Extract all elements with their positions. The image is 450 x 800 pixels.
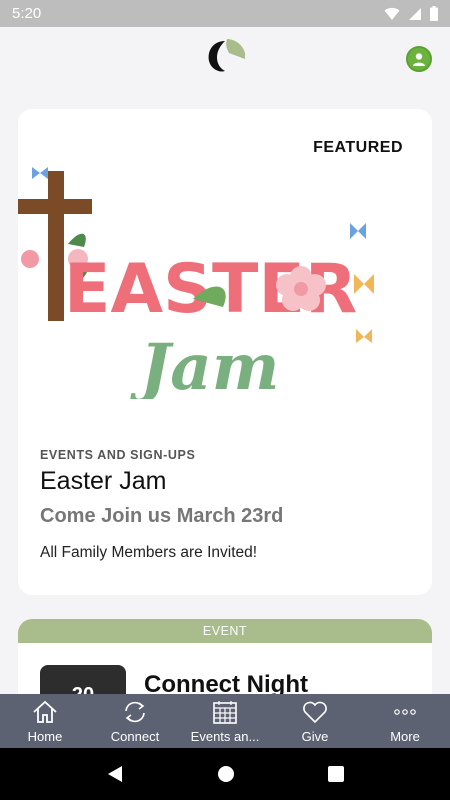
featured-title: Easter Jam	[40, 467, 167, 495]
tab-label: Events an...	[190, 729, 260, 744]
user-icon	[413, 53, 425, 66]
heart-icon	[303, 701, 327, 724]
easter-jam-artwork: EASTER Jam	[18, 167, 374, 399]
wifi-icon	[384, 7, 400, 20]
content-feed[interactable]: FEATURED EASTER	[0, 91, 450, 694]
bottom-tab-bar: Home Connect Events an... Give More	[0, 694, 450, 748]
home-circle-icon[interactable]	[217, 765, 235, 783]
more-dots-icon	[394, 709, 416, 715]
event-banner: EVENT	[18, 619, 432, 643]
sync-icon	[125, 701, 145, 723]
tab-connect[interactable]: Connect	[90, 694, 180, 748]
status-bar: 5:20	[0, 0, 450, 27]
tab-label: Give	[301, 729, 329, 744]
tab-give[interactable]: Give	[270, 694, 360, 748]
event-thumbnail: 20	[40, 665, 126, 694]
art-jam-text: Jam	[129, 330, 279, 399]
tab-events[interactable]: Events an...	[180, 694, 270, 748]
signal-icon	[409, 7, 421, 20]
back-icon[interactable]	[106, 765, 124, 783]
system-nav-bar	[0, 748, 450, 800]
tab-label: Home	[27, 729, 63, 744]
featured-description: All Family Members are Invited!	[40, 544, 258, 561]
status-icons	[384, 6, 438, 21]
featured-card[interactable]: FEATURED EASTER	[18, 109, 432, 595]
recents-icon[interactable]	[327, 766, 344, 782]
profile-avatar-button[interactable]	[406, 46, 432, 72]
battery-icon	[430, 6, 438, 21]
tab-more[interactable]: More	[360, 694, 450, 748]
status-time: 5:20	[12, 5, 42, 22]
event-title: Connect Night	[144, 671, 308, 694]
tab-home[interactable]: Home	[0, 694, 90, 748]
featured-subtitle: Come Join us March 23rd	[40, 505, 284, 527]
home-icon	[33, 700, 57, 723]
featured-category: EVENTS AND SIGN-UPS	[40, 448, 196, 462]
church-logo[interactable]	[205, 37, 247, 77]
app-header	[0, 27, 450, 91]
calendar-icon	[213, 701, 237, 724]
tab-label: More	[390, 729, 420, 744]
tab-label: Connect	[110, 729, 160, 744]
event-card[interactable]: EVENT 20 Connect Night	[18, 619, 432, 694]
